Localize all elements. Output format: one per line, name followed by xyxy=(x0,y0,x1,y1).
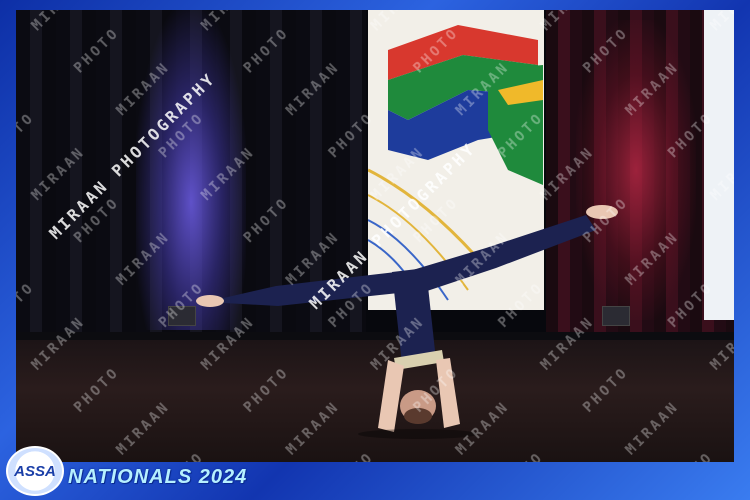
event-title: NATIONALS 2024 xyxy=(68,466,248,488)
stage-photo: MIRAAN PHOTO MIRAAN PHOTOGRAPHY MIRAAN P… xyxy=(16,10,734,462)
assa-logo: ASSA xyxy=(6,446,64,496)
logo-text: ASSA xyxy=(14,462,56,480)
dancer-figure xyxy=(196,205,618,439)
